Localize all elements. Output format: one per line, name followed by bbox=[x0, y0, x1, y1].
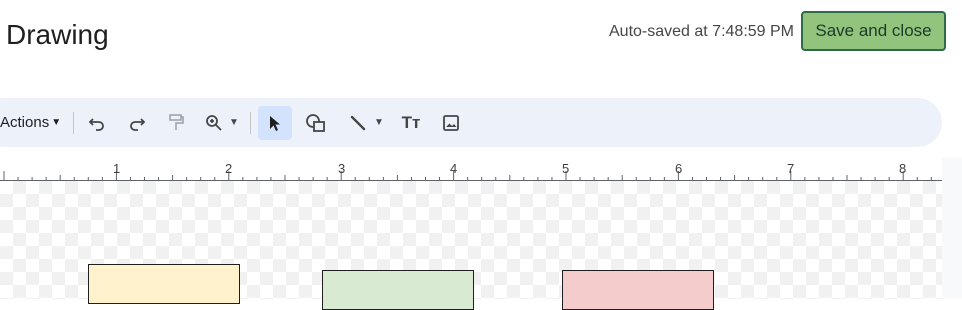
redo-icon bbox=[130, 117, 146, 131]
toolbar-divider bbox=[73, 112, 74, 134]
ruler-number: 6 bbox=[675, 161, 683, 176]
zoom-button[interactable]: ▼ bbox=[202, 98, 242, 147]
save-and-close-button[interactable]: Save and close bbox=[801, 11, 946, 51]
text-box-icon: Tт bbox=[401, 112, 421, 132]
shape-tool-button[interactable] bbox=[304, 98, 328, 147]
image-icon bbox=[443, 114, 459, 131]
yellow-rectangle[interactable] bbox=[88, 264, 240, 304]
chevron-down-icon: ▼ bbox=[374, 117, 384, 128]
chevron-down-icon: ▼ bbox=[229, 117, 239, 128]
ruler-number: 2 bbox=[225, 161, 233, 176]
insert-image-button[interactable] bbox=[440, 98, 462, 147]
zoom-icon bbox=[206, 114, 222, 131]
canvas-gutter bbox=[942, 157, 962, 299]
text-box-button[interactable]: Tт bbox=[398, 98, 424, 147]
ruler-number: 5 bbox=[562, 161, 570, 176]
chevron-down-icon: ▼ bbox=[51, 117, 62, 128]
ruler-number: 1 bbox=[113, 161, 121, 176]
red-rectangle[interactable] bbox=[562, 270, 714, 310]
page-title: Drawing bbox=[6, 19, 109, 50]
toolbar-divider bbox=[250, 112, 251, 134]
actions-menu[interactable]: Actions ▼ bbox=[0, 98, 61, 147]
undo-icon bbox=[88, 117, 104, 131]
drawing-canvas[interactable] bbox=[0, 181, 942, 310]
line-icon bbox=[350, 115, 366, 130]
select-tool-button[interactable] bbox=[264, 98, 286, 147]
select-icon bbox=[270, 115, 280, 131]
line-tool-button[interactable]: ▼ bbox=[344, 98, 388, 147]
ruler-number: 7 bbox=[787, 161, 795, 176]
shape-icon bbox=[306, 113, 325, 132]
ruler-number: 3 bbox=[338, 161, 346, 176]
actions-label: Actions bbox=[0, 114, 50, 131]
ruler-number: 8 bbox=[899, 161, 907, 176]
green-rectangle[interactable] bbox=[322, 270, 474, 310]
autosave-status: Auto-saved at 7:48:59 PM bbox=[609, 23, 794, 40]
redo-button[interactable] bbox=[126, 98, 148, 147]
paint-format-icon bbox=[169, 113, 184, 130]
paint-format-button[interactable] bbox=[165, 98, 187, 147]
undo-button[interactable] bbox=[86, 98, 108, 147]
ruler-number: 4 bbox=[450, 161, 458, 176]
